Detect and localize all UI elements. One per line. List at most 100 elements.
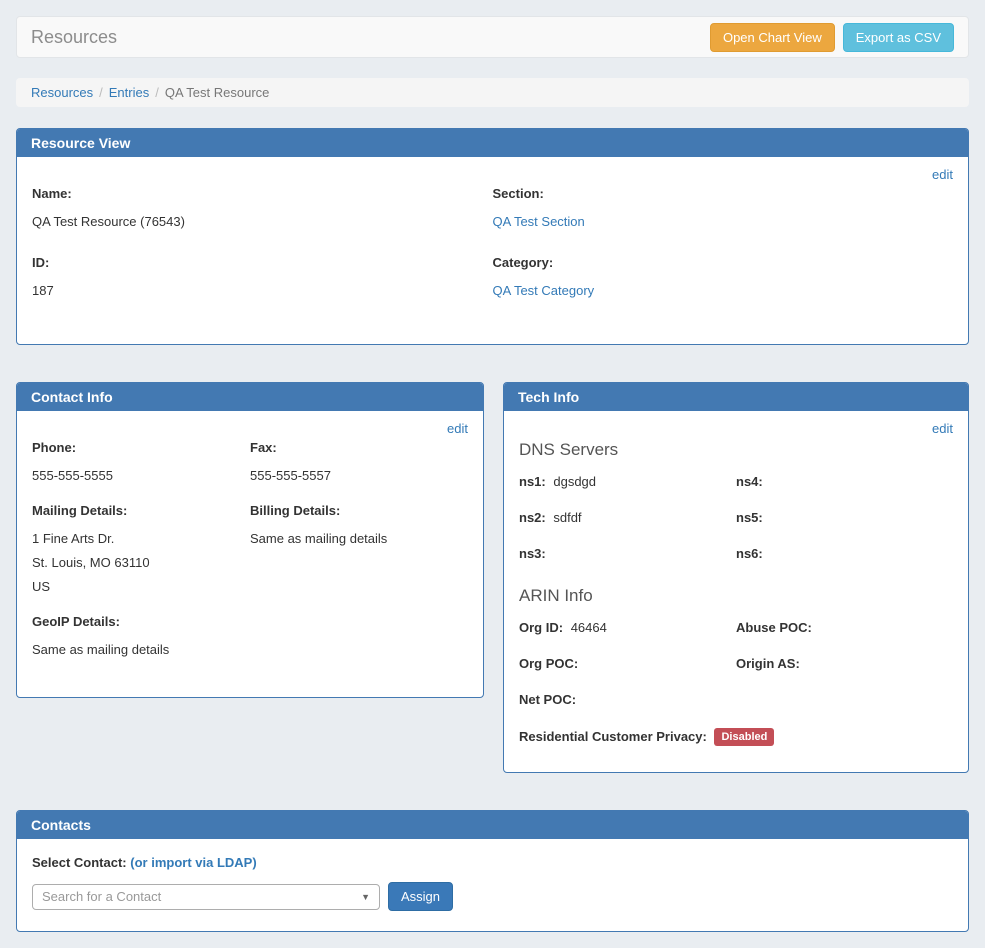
category-link[interactable]: QA Test Category [493,283,595,298]
org-id-label: Org ID: [519,620,563,635]
billing-details-label: Billing Details: [250,503,468,518]
section-link[interactable]: QA Test Section [493,214,585,229]
org-poc-field: Org POC: [519,656,736,671]
phone-value: 555-555-5555 [32,468,250,483]
contact-info-panel-title: Contact Info [17,383,483,411]
breadcrumb-separator: / [155,85,159,100]
arin-info-heading: ARIN Info [519,586,953,606]
breadcrumb-entries-link[interactable]: Entries [109,85,149,100]
arin-left-column: Org ID: 46464 Org POC: Net POC: [519,620,736,728]
contact-select[interactable]: Search for a Contact ▼ [32,884,380,910]
phone-label: Phone: [32,440,250,455]
ns6-label: ns6: [736,546,763,561]
residential-privacy-label: Residential Customer Privacy: [519,729,707,744]
select-contact-label: Select Contact: [32,855,127,870]
geoip-details-value: Same as mailing details [32,642,250,657]
contact-info-body: edit Phone: 555-555-5555 Mailing Details… [17,411,483,697]
fax-label: Fax: [250,440,468,455]
dns-servers-heading: DNS Servers [519,440,953,460]
net-poc-field: Net POC: [519,692,736,707]
mailing-address-line: US [32,579,250,594]
contact-select-placeholder: Search for a Contact [42,889,161,904]
assign-button[interactable]: Assign [388,882,453,911]
name-label: Name: [32,186,493,201]
resource-view-right-column: Section: QA Test Section Category: QA Te… [493,186,954,324]
page-container: Resources Open Chart View Export as CSV … [0,0,985,948]
category-field: Category: QA Test Category [493,255,954,298]
contact-info-left-column: Phone: 555-555-5555 Mailing Details: 1 F… [32,440,250,677]
breadcrumb-current: QA Test Resource [165,85,270,100]
ns4-label: ns4: [736,474,763,489]
id-label: ID: [32,255,493,270]
caret-down-icon: ▼ [361,892,370,902]
contacts-body: Select Contact: (or import via LDAP) Sea… [17,839,968,931]
ns5-field: ns5: [736,510,953,525]
contacts-panel: Contacts Select Contact: (or import via … [16,810,969,932]
phone-field: Phone: 555-555-5555 [32,440,250,483]
section-field: Section: QA Test Section [493,186,954,229]
resource-view-body: edit Name: QA Test Resource (76543) ID: … [17,157,968,344]
privacy-status-badge: Disabled [714,728,774,746]
import-via-ldap-link[interactable]: (or import via LDAP) [130,855,256,870]
breadcrumb-separator: / [99,85,103,100]
ns2-label: ns2: [519,510,546,525]
abuse-poc-field: Abuse POC: [736,620,953,635]
tech-info-panel-title: Tech Info [504,383,968,411]
mailing-details-label: Mailing Details: [32,503,250,518]
ns5-label: ns5: [736,510,763,525]
ns1-field: ns1: dgsdgd [519,474,736,489]
abuse-poc-label: Abuse POC: [736,620,812,635]
resource-view-panel-title: Resource View [17,129,968,157]
page-header: Resources Open Chart View Export as CSV [16,16,969,58]
name-value: QA Test Resource (76543) [32,214,493,229]
fax-value: 555-555-5557 [250,468,468,483]
contact-info-right-column: Fax: 555-555-5557 Billing Details: Same … [250,440,468,677]
select-contact-label-row: Select Contact: (or import via LDAP) [32,855,953,870]
resource-view-left-column: Name: QA Test Resource (76543) ID: 187 [32,186,493,324]
ns6-field: ns6: [736,546,953,561]
header-actions: Open Chart View Export as CSV [710,23,954,52]
id-value: 187 [32,283,493,298]
tech-info-body: edit DNS Servers ns1: dgsdgd ns2: sdfdf [504,411,968,772]
id-field: ID: 187 [32,255,493,298]
resource-view-panel: Resource View edit Name: QA Test Resourc… [16,128,969,345]
tech-info-panel: Tech Info edit DNS Servers ns1: dgsdgd n… [503,382,969,773]
breadcrumb: Resources / Entries / QA Test Resource [16,78,969,107]
contact-info-panel: Contact Info edit Phone: 555-555-5555 Ma… [16,382,484,698]
dns-left-column: ns1: dgsdgd ns2: sdfdf ns3: [519,474,736,582]
origin-as-label: Origin AS: [736,656,800,671]
ns3-field: ns3: [519,546,736,561]
contact-info-edit-link[interactable]: edit [32,421,468,436]
residential-privacy-field: Residential Customer Privacy: Disabled [519,728,953,746]
category-label: Category: [493,255,954,270]
open-chart-view-button[interactable]: Open Chart View [710,23,835,52]
geoip-details-label: GeoIP Details: [32,614,250,629]
org-id-value: 46464 [571,620,607,635]
org-poc-label: Org POC: [519,656,578,671]
ns2-value: sdfdf [553,510,581,525]
geoip-details-field: GeoIP Details: Same as mailing details [32,614,250,657]
info-panels-row: Contact Info edit Phone: 555-555-5555 Ma… [16,382,969,773]
org-id-field: Org ID: 46464 [519,620,736,635]
export-csv-button[interactable]: Export as CSV [843,23,954,52]
ns1-label: ns1: [519,474,546,489]
breadcrumb-resources-link[interactable]: Resources [31,85,93,100]
ns2-field: ns2: sdfdf [519,510,736,525]
billing-details-value: Same as mailing details [250,531,468,546]
ns1-value: dgsdgd [553,474,596,489]
mailing-address-line: 1 Fine Arts Dr. [32,531,250,546]
tech-info-edit-link[interactable]: edit [519,421,953,436]
resource-view-edit-link[interactable]: edit [32,167,953,182]
mailing-address-line: St. Louis, MO 63110 [32,555,250,570]
ns3-label: ns3: [519,546,546,561]
billing-details-field: Billing Details: Same as mailing details [250,503,468,546]
name-field: Name: QA Test Resource (76543) [32,186,493,229]
fax-field: Fax: 555-555-5557 [250,440,468,483]
net-poc-label: Net POC: [519,692,576,707]
arin-right-column: Abuse POC: Origin AS: [736,620,953,728]
section-label: Section: [493,186,954,201]
page-title: Resources [31,27,117,48]
dns-right-column: ns4: ns5: ns6: [736,474,953,582]
origin-as-field: Origin AS: [736,656,953,671]
contacts-panel-title: Contacts [17,811,968,839]
